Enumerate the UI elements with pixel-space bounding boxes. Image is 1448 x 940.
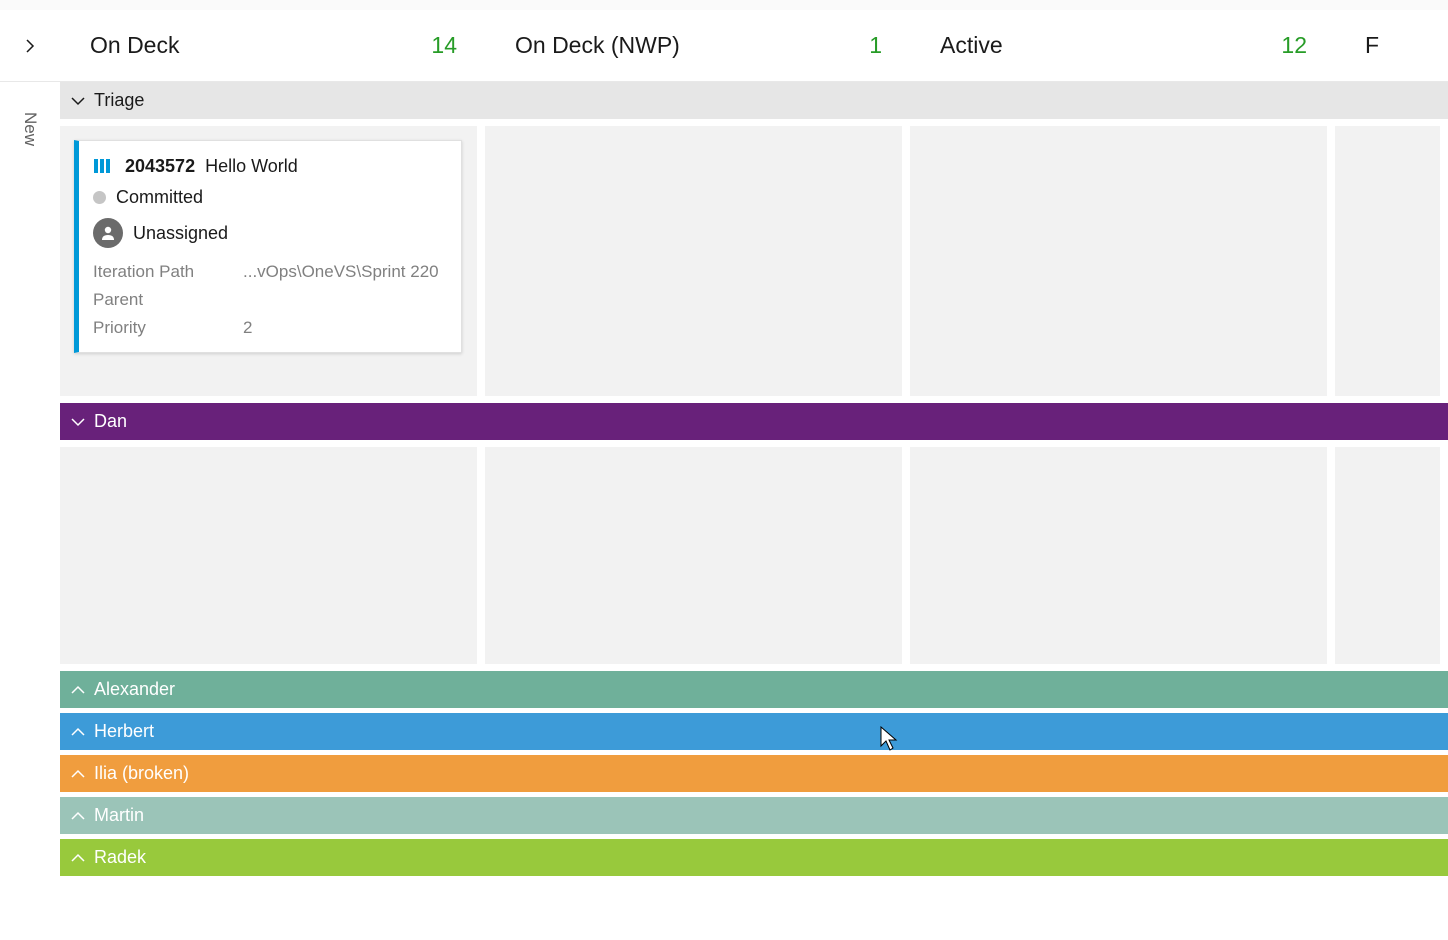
lane-cell[interactable]: [910, 126, 1327, 396]
column-title: Active: [940, 32, 1003, 59]
product-backlog-item-icon: [93, 155, 115, 177]
field-label: Priority: [93, 318, 243, 338]
swimlane-header-triage[interactable]: Triage: [60, 82, 1448, 119]
swimlane-header-radek[interactable]: Radek: [60, 839, 1448, 876]
left-rail-new[interactable]: New: [0, 82, 60, 876]
column-title: F: [1365, 32, 1379, 59]
column-count: 12: [1281, 32, 1307, 59]
card-field-parent: Parent: [93, 290, 445, 310]
lane-cell[interactable]: [1335, 447, 1440, 664]
columns-header: On Deck 14 On Deck (NWP) 1 Active 12 F: [0, 10, 1448, 82]
top-gap: [0, 0, 1448, 10]
swimlane-label: Alexander: [94, 679, 175, 700]
column-count: 14: [431, 32, 457, 59]
state-dot-icon: [93, 191, 106, 204]
lane-cell[interactable]: [1335, 126, 1440, 396]
board-body: New Triage: [0, 82, 1448, 876]
card-title: Hello World: [205, 156, 298, 177]
swimlane-header-alexander[interactable]: Alexander: [60, 671, 1448, 708]
swimlane-header-martin[interactable]: Martin: [60, 797, 1448, 834]
lane-cell[interactable]: 2043572 Hello World Committed: [60, 126, 477, 396]
chevron-up-icon: [70, 682, 86, 698]
expand-columns-button[interactable]: [0, 10, 60, 81]
swimlane-label: Dan: [94, 411, 127, 432]
field-value: 2: [243, 318, 445, 338]
field-label: Iteration Path: [93, 262, 243, 282]
chevron-up-icon: [70, 808, 86, 824]
swimlane-header-herbert[interactable]: Herbert: [60, 713, 1448, 750]
card-assignee-row[interactable]: Unassigned: [93, 218, 445, 248]
field-value: ...vOps\OneVS\Sprint 220: [243, 262, 445, 282]
card-fields: Iteration Path ...vOps\OneVS\Sprint 220 …: [93, 262, 445, 338]
card-state: Committed: [116, 187, 203, 208]
swimlane-label: Radek: [94, 847, 146, 868]
swimlane-label: Triage: [94, 90, 144, 111]
chevron-right-icon: [22, 38, 38, 54]
card-title-row: 2043572 Hello World: [93, 155, 445, 177]
card-field-iteration: Iteration Path ...vOps\OneVS\Sprint 220: [93, 262, 445, 282]
card-id: 2043572: [125, 156, 195, 177]
card-assignee: Unassigned: [133, 223, 228, 244]
column-count: 1: [869, 32, 882, 59]
swimlanes-container: Triage 2043572 Hello Wo: [60, 82, 1448, 876]
chevron-up-icon: [70, 724, 86, 740]
swimlane-content-triage: 2043572 Hello World Committed: [60, 119, 1448, 403]
unassigned-avatar-icon: [93, 218, 123, 248]
column-header-active[interactable]: Active 12: [910, 32, 1335, 59]
work-item-card[interactable]: 2043572 Hello World Committed: [74, 140, 462, 353]
swimlane-content-dan: [60, 440, 1448, 671]
card-field-priority: Priority 2: [93, 318, 445, 338]
column-header-on-deck[interactable]: On Deck 14: [60, 32, 485, 59]
lane-cell[interactable]: [485, 447, 902, 664]
swimlane-label: Herbert: [94, 721, 154, 742]
chevron-up-icon: [70, 850, 86, 866]
card-state-row: Committed: [93, 187, 445, 208]
column-title: On Deck: [90, 32, 179, 59]
column-header-partial[interactable]: F: [1335, 32, 1448, 59]
swimlane-header-ilia[interactable]: Ilia (broken): [60, 755, 1448, 792]
field-label: Parent: [93, 290, 243, 310]
chevron-down-icon: [70, 414, 86, 430]
lane-cell[interactable]: [910, 447, 1327, 664]
left-rail-label: New: [20, 112, 40, 146]
lane-cell[interactable]: [485, 126, 902, 396]
chevron-down-icon: [70, 93, 86, 109]
lane-cell[interactable]: [60, 447, 477, 664]
swimlane-header-dan[interactable]: Dan: [60, 403, 1448, 440]
chevron-up-icon: [70, 766, 86, 782]
swimlane-label: Ilia (broken): [94, 763, 189, 784]
column-header-on-deck-nwp[interactable]: On Deck (NWP) 1: [485, 32, 910, 59]
column-title: On Deck (NWP): [515, 32, 680, 59]
swimlane-label: Martin: [94, 805, 144, 826]
field-value: [243, 290, 445, 310]
